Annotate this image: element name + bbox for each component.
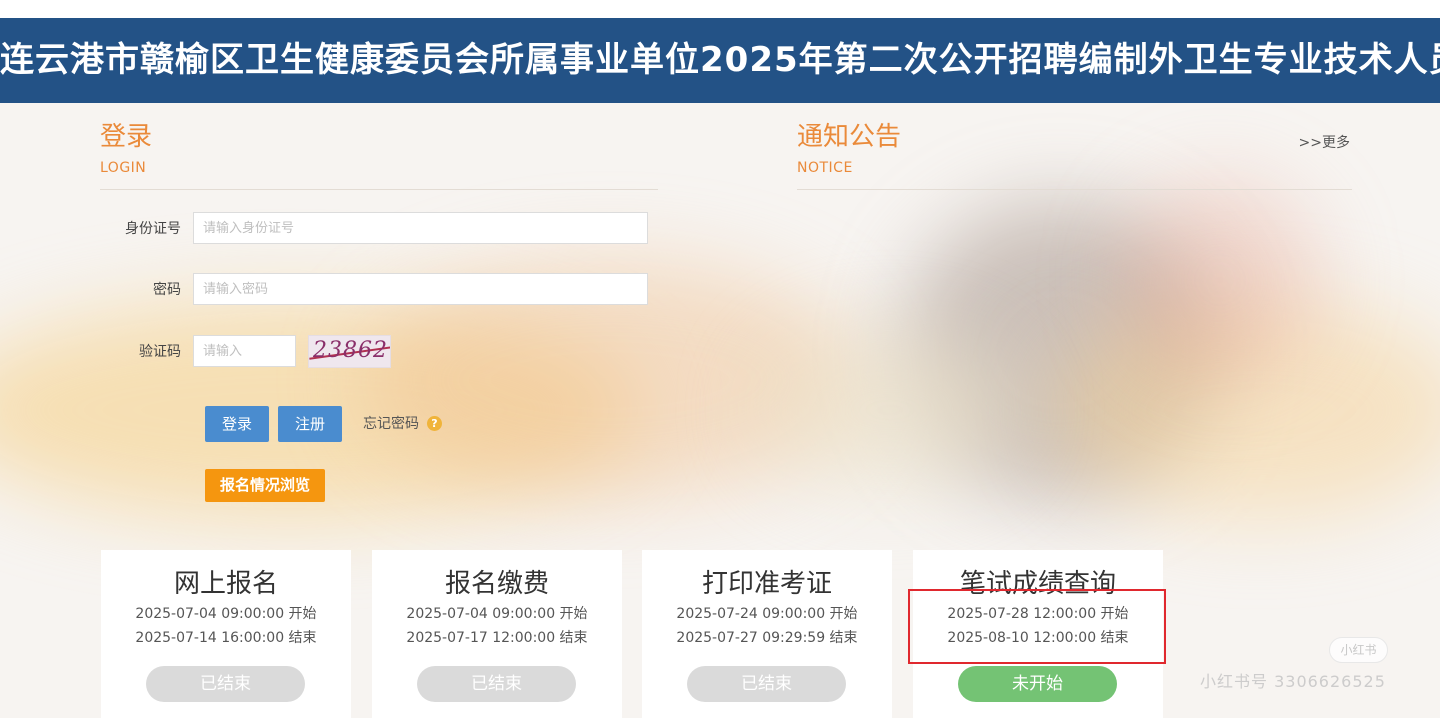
card-start-time: 2025-07-24 09:00:00 开始 bbox=[676, 606, 858, 622]
card-end-time: 2025-07-17 12:00:00 结束 bbox=[406, 630, 588, 646]
register-button[interactable]: 注册 bbox=[278, 406, 342, 442]
browse-registration-button[interactable]: 报名情况浏览 bbox=[205, 469, 325, 502]
card-title: 报名缴费 bbox=[444, 569, 549, 599]
captcha-text: 23862 bbox=[313, 337, 388, 363]
notice-title: 通知公告 bbox=[797, 122, 902, 152]
login-title: 登录 bbox=[100, 122, 153, 152]
login-button[interactable]: 登录 bbox=[205, 406, 269, 442]
notice-subtitle: NOTICE bbox=[797, 160, 853, 176]
captcha-label: 验证码 bbox=[139, 344, 181, 360]
page-header: 连云港市赣榆区卫生健康委员会所属事业单位2025年第二次公开招聘编制外卫生专业技… bbox=[0, 18, 1440, 103]
watermark-badge: 小红书 bbox=[1329, 637, 1388, 663]
background-blur bbox=[1120, 180, 1320, 380]
id-number-row: 身份证号 bbox=[100, 211, 648, 245]
top-margin bbox=[0, 0, 1440, 18]
card-title: 网上报名 bbox=[173, 569, 278, 599]
captcha-image[interactable]: 23862 bbox=[308, 334, 391, 368]
card-online-registration: 网上报名 2025-07-04 09:00:00 开始 2025-07-14 1… bbox=[101, 550, 351, 718]
highlight-annotation-box bbox=[908, 589, 1166, 664]
card-start-time: 2025-07-04 09:00:00 开始 bbox=[406, 606, 588, 622]
forgot-password-link[interactable]: 忘记密码 ? bbox=[363, 413, 442, 433]
question-icon: ? bbox=[427, 415, 442, 431]
watermark-text: 小红书号 3306626525 bbox=[1200, 672, 1386, 691]
status-not-started-button[interactable]: 未开始 bbox=[958, 666, 1117, 702]
captcha-row: 验证码 23862 bbox=[100, 334, 391, 368]
card-end-time: 2025-07-27 09:29:59 结束 bbox=[676, 630, 858, 646]
bottom-margin bbox=[0, 718, 1440, 724]
status-ended-button[interactable]: 已结束 bbox=[417, 666, 576, 702]
login-subtitle: LOGIN bbox=[100, 160, 147, 176]
forgot-password-label: 忘记密码 bbox=[363, 416, 419, 432]
card-end-time: 2025-07-14 16:00:00 结束 bbox=[135, 630, 317, 646]
page-title: 连云港市赣榆区卫生健康委员会所属事业单位2025年第二次公开招聘编制外卫生专业技… bbox=[0, 40, 1440, 80]
status-ended-button[interactable]: 已结束 bbox=[146, 666, 305, 702]
login-section-header: 登录 LOGIN bbox=[100, 122, 658, 190]
page: 连云港市赣榆区卫生健康委员会所属事业单位2025年第二次公开招聘编制外卫生专业技… bbox=[0, 0, 1440, 724]
id-number-label: 身份证号 bbox=[125, 221, 181, 237]
status-ended-button[interactable]: 已结束 bbox=[687, 666, 846, 702]
card-print-admission-ticket: 打印准考证 2025-07-24 09:00:00 开始 2025-07-27 … bbox=[642, 550, 892, 718]
card-start-time: 2025-07-04 09:00:00 开始 bbox=[135, 606, 317, 622]
background-blur bbox=[760, 330, 1020, 490]
password-label: 密码 bbox=[153, 282, 181, 298]
id-number-input[interactable] bbox=[193, 212, 648, 244]
captcha-input[interactable] bbox=[193, 335, 296, 367]
password-row: 密码 bbox=[100, 272, 648, 306]
card-title: 打印准考证 bbox=[701, 569, 832, 599]
password-input[interactable] bbox=[193, 273, 648, 305]
notice-section-header: 通知公告 NOTICE >>更多 bbox=[797, 122, 1352, 190]
card-registration-payment: 报名缴费 2025-07-04 09:00:00 开始 2025-07-17 1… bbox=[372, 550, 622, 718]
notice-more-link[interactable]: >>更多 bbox=[1299, 132, 1350, 152]
